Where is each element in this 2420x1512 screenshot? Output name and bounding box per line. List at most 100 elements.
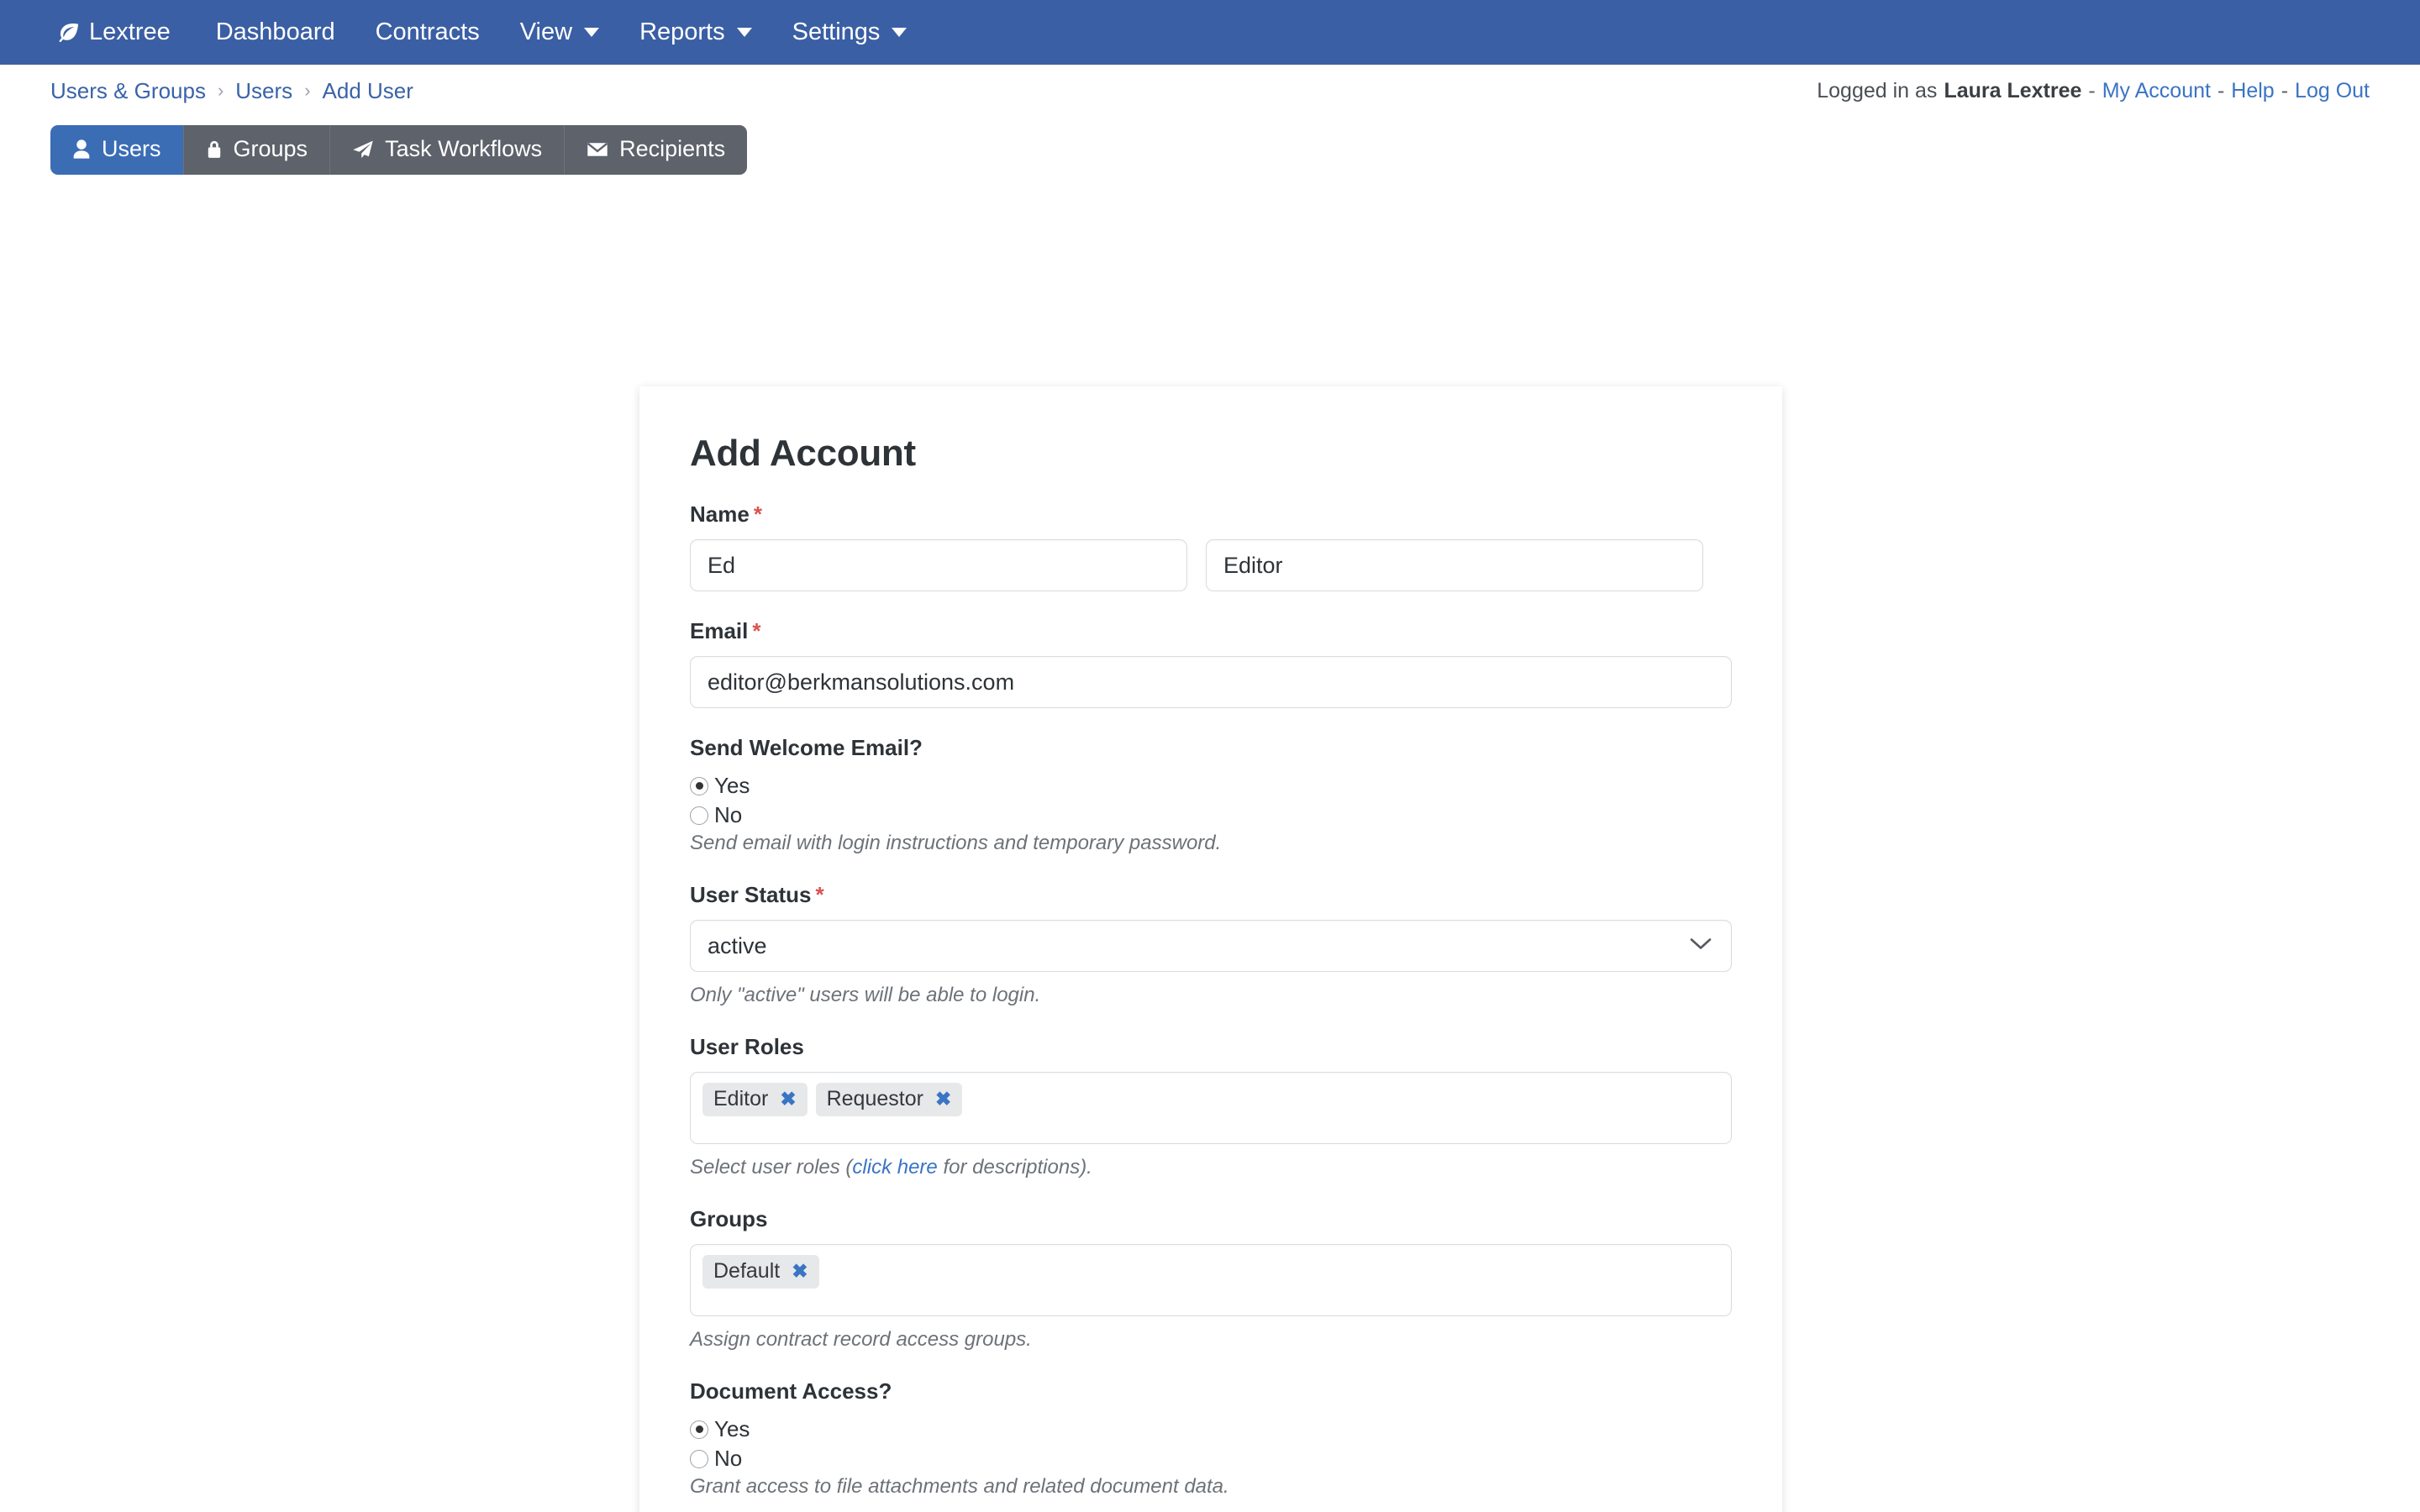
tab-groups[interactable]: Groups: [182, 125, 330, 175]
required-marker: *: [752, 618, 761, 643]
tab-label-users: Users: [102, 136, 161, 161]
chevron-down-icon: [892, 28, 908, 37]
lock-icon: [206, 139, 223, 160]
radio-document-access-yes[interactable]: Yes: [690, 1416, 1732, 1442]
user-status-select[interactable]: active: [690, 920, 1732, 972]
tag-label: Editor: [713, 1086, 769, 1110]
add-account-card: Add Account Name * Ed Editor Email * edito…: [639, 386, 1782, 1512]
separator: -: [2088, 78, 2096, 102]
remove-tag-icon[interactable]: ✖: [792, 1261, 808, 1281]
radio-button-icon: [690, 806, 708, 825]
label-name: Name *: [690, 501, 1732, 528]
my-account-link[interactable]: My Account: [2102, 79, 2211, 103]
label-email-text: Email: [690, 618, 749, 643]
hint-document-access: Grant access to file attachments and rel…: [690, 1475, 1229, 1498]
tab-label-groups: Groups: [233, 136, 308, 161]
chevron-right-icon: ›: [304, 80, 311, 101]
account-bar: Logged in as Laura Lextree - My Account …: [1817, 79, 2370, 103]
tab-label-task-workflows: Task Workflows: [385, 136, 543, 161]
separator: -: [2281, 78, 2289, 102]
last-name-input[interactable]: Editor: [1206, 539, 1703, 591]
log-out-link[interactable]: Log Out: [2295, 79, 2370, 103]
label-groups: Groups: [690, 1206, 768, 1231]
breadcrumb-row: Users & Groups › Users › Add User Logged…: [0, 65, 2420, 117]
radio-send-welcome-email-no[interactable]: No: [690, 802, 1732, 828]
radio-document-access-no[interactable]: No: [690, 1446, 1732, 1472]
required-marker: *: [753, 501, 762, 527]
email-input[interactable]: editor@berkmansolutions.com: [690, 656, 1732, 708]
help-link[interactable]: Help: [2231, 79, 2274, 103]
remove-tag-icon[interactable]: ✖: [935, 1089, 951, 1109]
page-title: Add Account: [690, 433, 916, 474]
hint-user-status: Only "active" users will be able to logi…: [690, 984, 1041, 1006]
field-groups: Groups Default ✖ Assign contract record …: [690, 1206, 1732, 1352]
section-tabs: Users Groups Task Workflows Recipients: [50, 125, 748, 175]
nav-label-dashboard: Dashboard: [215, 18, 335, 45]
tag-user-role: Editor ✖: [702, 1083, 808, 1116]
role-descriptions-link[interactable]: click here: [852, 1156, 937, 1179]
tag-label: Requestor: [826, 1086, 923, 1110]
radio-label-no: No: [714, 802, 743, 827]
document-access-radios: Yes No: [690, 1416, 1732, 1472]
chevron-down-icon: [736, 28, 752, 37]
hint-user-roles-before: Select user roles (: [690, 1156, 853, 1179]
logged-in-label: Logged in as: [1817, 78, 1938, 102]
radio-label-no: No: [714, 1446, 743, 1471]
groups-tagbox[interactable]: Default ✖: [690, 1244, 1732, 1316]
remove-tag-icon[interactable]: ✖: [780, 1089, 796, 1109]
tag-user-role: Requestor ✖: [815, 1083, 963, 1116]
nav-label-view: View: [519, 18, 573, 45]
chevron-down-icon: [584, 28, 600, 37]
tab-users[interactable]: Users: [50, 125, 183, 175]
field-name: Name * Ed Editor: [690, 501, 1732, 591]
breadcrumb-item-users[interactable]: Users: [235, 78, 292, 104]
radio-label-yes: Yes: [714, 1416, 750, 1441]
send-welcome-email-radios: Yes No: [690, 773, 1732, 828]
nav-item-contracts[interactable]: Contracts: [355, 18, 500, 46]
tab-label-recipients: Recipients: [619, 136, 726, 161]
label-email: Email *: [690, 618, 1732, 644]
label-user-status: User Status *: [690, 882, 1732, 908]
label-document-access: Document Access?: [690, 1378, 892, 1404]
user-icon: [72, 139, 91, 160]
nav-item-settings[interactable]: Settings: [772, 18, 928, 46]
top-navbar: Lextree Dashboard Contracts View Reports…: [0, 0, 2420, 65]
radio-label-yes: Yes: [714, 773, 750, 798]
tag-label: Default: [713, 1258, 781, 1283]
nav-label-contracts: Contracts: [375, 18, 480, 45]
nav-label-settings: Settings: [792, 18, 881, 45]
radio-button-icon: [690, 1420, 708, 1439]
nav-item-dashboard[interactable]: Dashboard: [196, 18, 355, 46]
field-document-access: Document Access? Yes No Grant access to …: [690, 1378, 1732, 1499]
nav-item-reports[interactable]: Reports: [619, 18, 772, 46]
field-user-roles: User Roles Editor ✖ Requestor ✖ Select u…: [690, 1034, 1732, 1179]
label-user-status-text: User Status: [690, 882, 812, 907]
hint-user-roles-after: for descriptions).: [937, 1156, 1092, 1179]
radio-button-icon: [690, 1449, 708, 1468]
hint-groups: Assign contract record access groups.: [690, 1328, 1032, 1351]
label-user-roles: User Roles: [690, 1034, 804, 1059]
hint-user-roles: Select user roles (click here for descri…: [690, 1156, 1732, 1179]
user-roles-tagbox[interactable]: Editor ✖ Requestor ✖: [690, 1072, 1732, 1144]
breadcrumb-item-users-groups[interactable]: Users & Groups: [50, 78, 206, 104]
breadcrumb-item-add-user[interactable]: Add User: [323, 78, 413, 104]
hint-send-welcome-email: Send email with login instructions and t…: [690, 832, 1222, 854]
paper-plane-icon: [352, 139, 374, 160]
breadcrumb: Users & Groups › Users › Add User: [50, 78, 413, 104]
field-user-status: User Status * active Only "active" users …: [690, 882, 1732, 1007]
current-user-name: Laura Lextree: [1944, 78, 2082, 102]
brand-label: Lextree: [89, 18, 171, 45]
field-email: Email * editor@berkmansolutions.com: [690, 618, 1732, 708]
brand-link[interactable]: Lextree: [50, 18, 196, 46]
tab-recipients[interactable]: Recipients: [564, 125, 748, 175]
label-name-text: Name: [690, 501, 750, 527]
nav-item-view[interactable]: View: [500, 18, 619, 46]
label-send-welcome-email: Send Welcome Email?: [690, 735, 923, 760]
field-send-welcome-email: Send Welcome Email? Yes No Send email wi…: [690, 735, 1732, 855]
radio-send-welcome-email-yes[interactable]: Yes: [690, 773, 1732, 799]
first-name-input[interactable]: Ed: [690, 539, 1187, 591]
tab-task-workflows[interactable]: Task Workflows: [329, 125, 565, 175]
separator: -: [2217, 78, 2225, 102]
nav-label-reports: Reports: [639, 18, 725, 45]
tag-group: Default ✖: [702, 1255, 819, 1289]
